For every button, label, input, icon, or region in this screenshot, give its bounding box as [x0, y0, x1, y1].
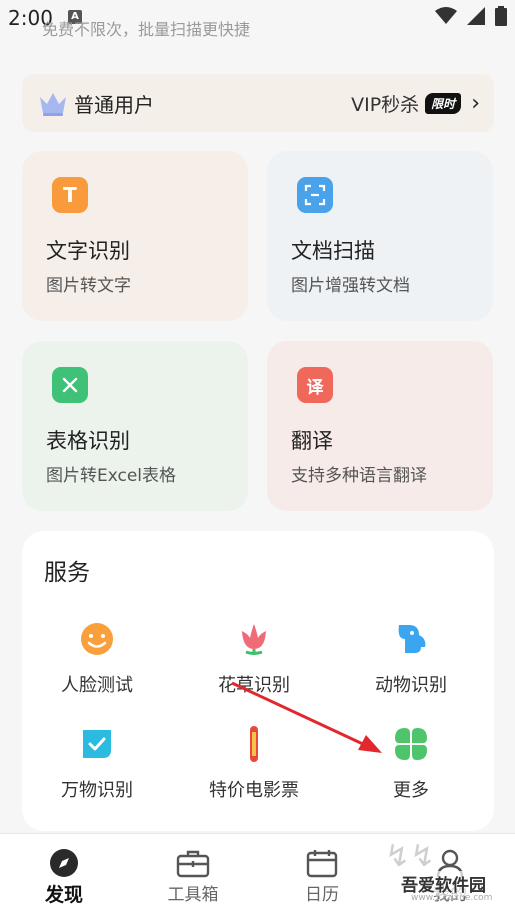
page-subtitle: 免费不限次，批量扫描更快捷: [42, 20, 251, 39]
wifi-icon: [435, 7, 457, 24]
card-desc: 支持多种语言翻译: [291, 466, 427, 486]
tab-toolbox[interactable]: 工具箱: [143, 848, 243, 905]
service-more[interactable]: 更多: [336, 724, 486, 802]
tab-label: 发现: [44, 884, 83, 906]
service-label: 万物识别: [61, 780, 133, 801]
card-table-recognition[interactable]: 表格识别 图片转Excel表格: [22, 341, 248, 511]
animal-recognition-icon: [398, 625, 426, 653]
toolbox-icon: [176, 850, 210, 878]
service-label: 特价电影票: [209, 780, 299, 801]
calendar-icon: [306, 850, 338, 878]
document-scan-icon: [297, 177, 333, 213]
service-label: 更多: [393, 780, 429, 801]
tab-label: 工具箱: [167, 885, 219, 905]
tab-calendar[interactable]: 日历: [272, 848, 372, 905]
card-text-recognition[interactable]: T 文字识别 图片转文字: [22, 151, 248, 321]
card-title: 表格识别: [46, 429, 130, 453]
watermark-url: www.52zixue.com: [411, 893, 493, 903]
limited-time-badge: 限时: [425, 92, 462, 114]
more-icon: [395, 728, 427, 760]
table-recognition-icon: [52, 367, 88, 403]
vip-banner[interactable]: 普通用户 VIP秒杀 限时 ›: [22, 74, 494, 132]
tab-discover[interactable]: 发现: [14, 848, 114, 907]
service-flower-recognition[interactable]: 花草识别: [179, 619, 329, 697]
user-type-label: 普通用户: [74, 92, 154, 117]
battery-icon: [495, 6, 507, 26]
tab-label: 日历: [305, 885, 339, 905]
vip-flash-sale-label: VIP秒杀: [351, 93, 420, 116]
card-title: 翻译: [291, 429, 333, 453]
chevron-right-icon: ›: [471, 90, 480, 116]
card-desc: 图片增强转文档: [291, 276, 410, 296]
service-object-recognition[interactable]: 万物识别: [22, 724, 172, 802]
service-animal-recognition[interactable]: 动物识别: [336, 619, 486, 697]
crown-icon: [40, 93, 66, 116]
services-panel: 服务 人脸测试 花草识别 动物识别 万物识别 特价电影票 更多: [22, 531, 494, 831]
site-watermark: ↯↯ 吾爱软件园 www.52zixue.com: [381, 839, 511, 909]
object-recognition-icon: [83, 730, 111, 758]
face-test-icon: [81, 623, 113, 655]
card-title: 文字识别: [46, 239, 130, 263]
service-label: 花草识别: [218, 675, 290, 696]
text-recognition-icon: T: [52, 177, 88, 213]
card-title: 文档扫描: [291, 239, 375, 263]
service-movie-tickets[interactable]: 特价电影票: [179, 724, 329, 802]
movie-ticket-icon: [250, 726, 258, 762]
card-desc: 图片转Excel表格: [46, 466, 177, 486]
service-label: 人脸测试: [61, 675, 133, 696]
flower-recognition-icon: [242, 624, 266, 655]
signal-icon: [467, 7, 485, 25]
card-desc: 图片转文字: [46, 276, 131, 296]
status-icons: [435, 6, 507, 26]
card-translate[interactable]: 译 翻译 支持多种语言翻译: [267, 341, 493, 511]
services-title: 服务: [44, 560, 90, 586]
translate-icon: 译: [297, 367, 333, 403]
service-face-test[interactable]: 人脸测试: [22, 619, 172, 697]
service-label: 动物识别: [375, 675, 447, 696]
watermark-logo-icon: ↯↯: [385, 839, 436, 874]
discover-icon: [50, 849, 78, 877]
card-document-scan[interactable]: 文档扫描 图片增强转文档: [267, 151, 493, 321]
